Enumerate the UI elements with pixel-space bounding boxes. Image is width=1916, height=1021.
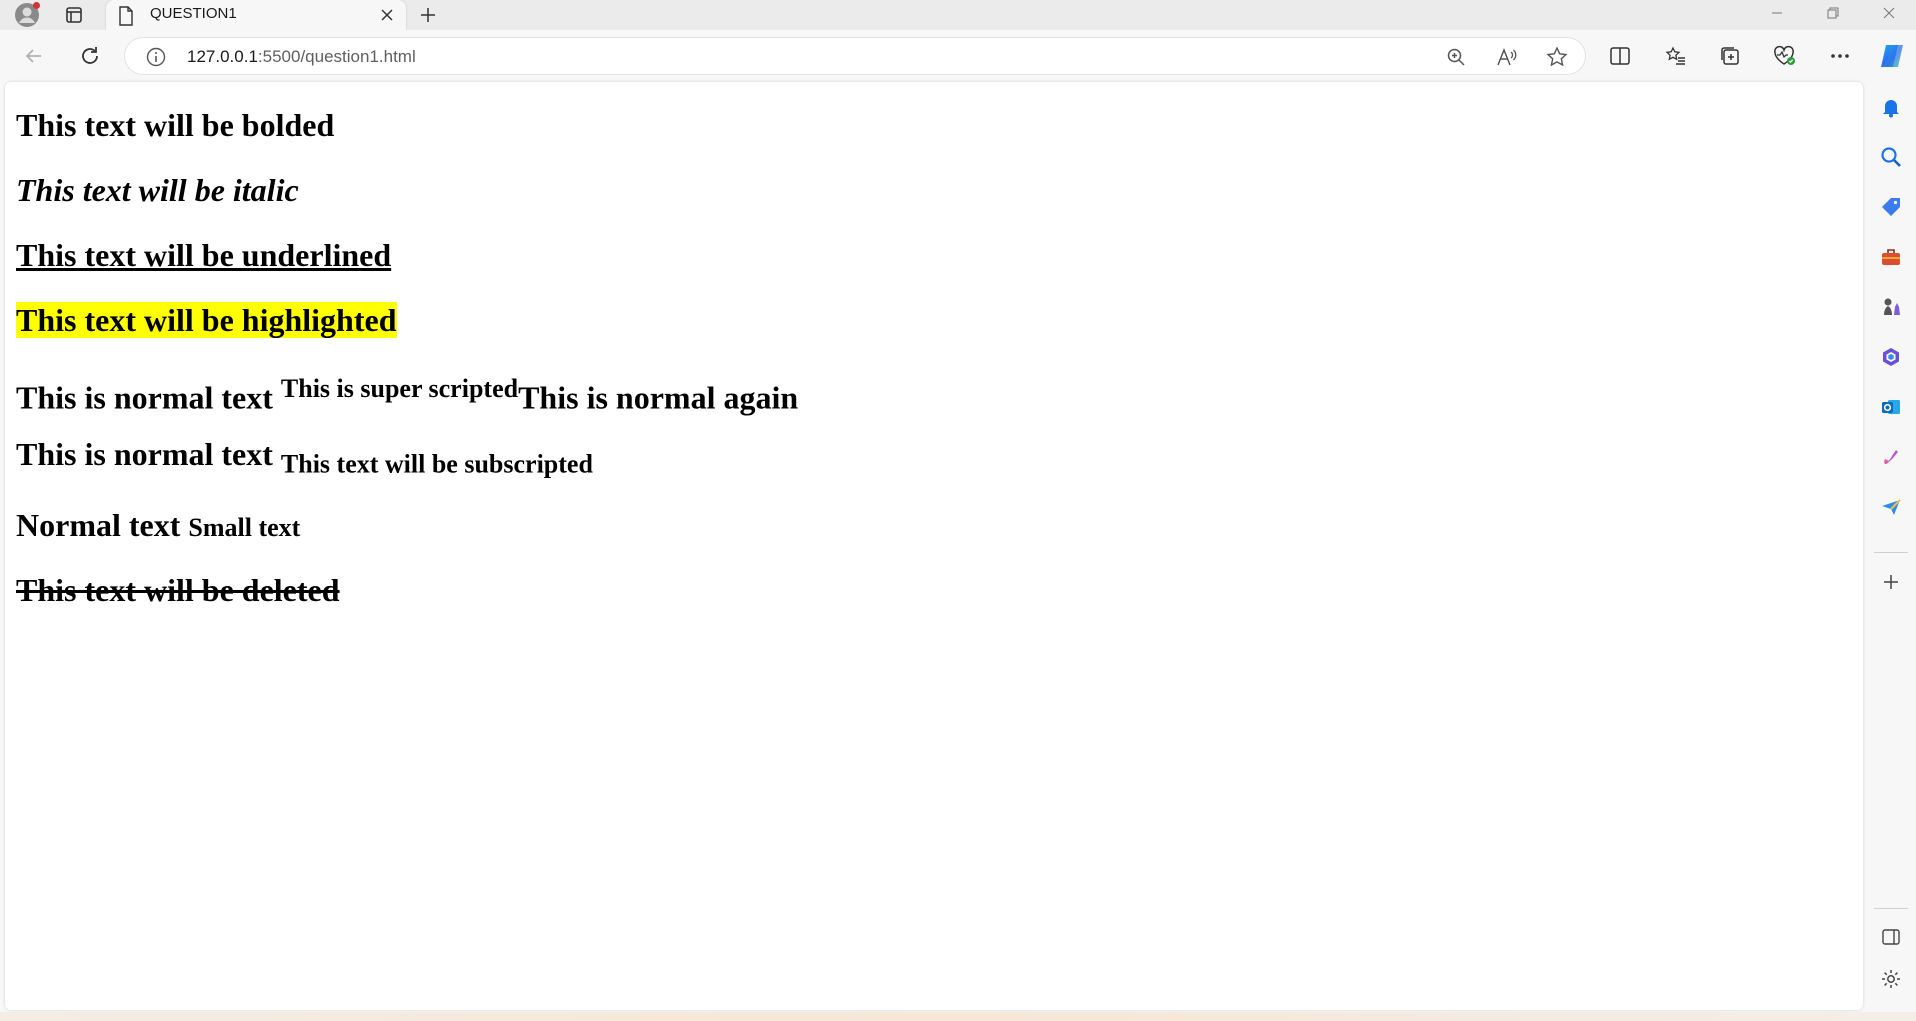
- document-icon: [119, 6, 133, 26]
- normal-text: Normal text: [16, 507, 189, 543]
- underline-heading: This text will be underlined: [16, 237, 391, 274]
- restore-icon: [1827, 7, 1839, 19]
- superscript-heading: This is normal text This is super script…: [16, 374, 798, 417]
- close-tab-button[interactable]: [376, 4, 398, 26]
- favorites-list-icon: [1665, 46, 1685, 65]
- tab-actions-button[interactable]: [60, 4, 88, 26]
- highlight-heading: This text will be highlighted: [16, 302, 397, 339]
- outlook-icon: [1882, 400, 1900, 414]
- more-options-button[interactable]: [1824, 40, 1856, 72]
- toolbox-icon: [1882, 249, 1900, 265]
- office-icon: [1883, 348, 1899, 366]
- address-bar[interactable]: 127.0.0.1:5500/question1.html: [124, 37, 1586, 75]
- close-window-icon: [1883, 7, 1895, 19]
- favorite-button[interactable]: [1543, 43, 1571, 71]
- superscript-text: This is super scripted: [280, 374, 519, 403]
- sidebar-divider: [1874, 908, 1908, 909]
- sidebar-notifications[interactable]: [1876, 92, 1906, 122]
- collections-icon: [1721, 47, 1739, 65]
- sidebar-outlook[interactable]: [1876, 392, 1906, 422]
- sidebar-settings-button[interactable]: [1876, 964, 1906, 994]
- small-heading: Normal text Small text: [16, 507, 300, 544]
- search-icon: [1881, 147, 1901, 167]
- sidebar-search[interactable]: [1876, 142, 1906, 172]
- minimize-icon: [1772, 12, 1782, 14]
- normal-text: This is normal text: [16, 436, 281, 472]
- url-path: :5500/question1.html: [257, 47, 416, 66]
- tab-question1[interactable]: QUESTION1: [106, 0, 406, 32]
- sidebar-hide-button[interactable]: [1876, 922, 1906, 952]
- sidebar-office[interactable]: [1876, 342, 1906, 372]
- bell-icon: [1883, 100, 1899, 118]
- copilot-button[interactable]: [1876, 40, 1908, 72]
- sidebar-add-button[interactable]: [1876, 567, 1906, 597]
- tab-actions-icon: [66, 7, 82, 23]
- star-icon: [1546, 46, 1568, 67]
- underlined-text: This text will be underlined: [16, 237, 392, 273]
- more-icon: [1831, 54, 1849, 58]
- read-aloud-icon: [1497, 47, 1517, 66]
- tag-icon: [1882, 198, 1900, 216]
- browser-essentials-button[interactable]: [1768, 40, 1800, 72]
- url-host: 127.0.0.1: [187, 47, 258, 66]
- refresh-icon: [82, 47, 98, 64]
- settings-icon: [1882, 970, 1900, 988]
- deleted-text: This text will be deleted: [16, 572, 340, 608]
- split-screen-icon: [1610, 47, 1630, 65]
- sidebar-drop[interactable]: [1876, 492, 1906, 522]
- close-icon: [381, 9, 393, 21]
- normal-text: This is normal text: [16, 379, 281, 416]
- sidebar-divider: [1874, 552, 1908, 553]
- zoom-button[interactable]: [1442, 43, 1470, 71]
- chess-icon: [1884, 298, 1900, 315]
- site-info-icon[interactable]: [145, 46, 167, 68]
- back-arrow-icon: [25, 49, 41, 63]
- read-aloud-button[interactable]: [1493, 43, 1521, 71]
- collections-button[interactable]: [1714, 40, 1746, 72]
- copilot-icon: [1881, 45, 1903, 67]
- designer-icon: [1884, 450, 1898, 464]
- heart-pulse-icon: [1774, 45, 1795, 65]
- browser-toolbar: 127.0.0.1:5500/question1.html: [0, 30, 1916, 82]
- refresh-button[interactable]: [74, 40, 106, 72]
- tab-strip: QUESTION1: [0, 0, 1916, 32]
- plus-icon: [1884, 575, 1898, 589]
- plus-icon: [421, 8, 435, 22]
- deleted-heading: This text will be deleted: [16, 572, 340, 609]
- notification-dot: [33, 2, 40, 9]
- sidebar-designer[interactable]: [1876, 442, 1906, 472]
- zoom-icon: [1447, 48, 1465, 66]
- normal-again-text: This is normal again: [518, 379, 799, 416]
- desktop-edge: [0, 1012, 1916, 1021]
- panel-icon: [1882, 929, 1900, 945]
- bold-heading: This text will be bolded: [16, 107, 335, 143]
- url-text[interactable]: 127.0.0.1:5500/question1.html: [187, 47, 416, 67]
- italic-heading: This text will be italic: [16, 172, 299, 209]
- split-screen-button[interactable]: [1604, 40, 1636, 72]
- new-tab-button[interactable]: [414, 2, 442, 28]
- page-viewport: This text will be bolded This text will …: [5, 82, 1863, 1010]
- subscript-heading: This is normal text This text will be su…: [16, 436, 593, 479]
- highlighted-text: This text will be highlighted: [16, 302, 397, 338]
- minimize-button[interactable]: [1754, 0, 1800, 26]
- favorites-button[interactable]: [1660, 40, 1692, 72]
- tab-title: QUESTION1: [150, 5, 237, 22]
- italic-text: This text will be italic: [16, 172, 299, 208]
- send-icon: [1882, 499, 1901, 515]
- back-button[interactable]: [18, 40, 50, 72]
- restore-button[interactable]: [1810, 0, 1856, 26]
- edge-sidebar: [1866, 82, 1916, 1010]
- sidebar-shopping[interactable]: [1876, 192, 1906, 222]
- profile-avatar[interactable]: [14, 2, 40, 28]
- subscript-text: This text will be subscripted: [280, 449, 593, 479]
- sidebar-games[interactable]: [1876, 292, 1906, 322]
- close-window-button[interactable]: [1866, 0, 1912, 26]
- small-text: Small text: [188, 513, 301, 542]
- sidebar-tools[interactable]: [1876, 242, 1906, 272]
